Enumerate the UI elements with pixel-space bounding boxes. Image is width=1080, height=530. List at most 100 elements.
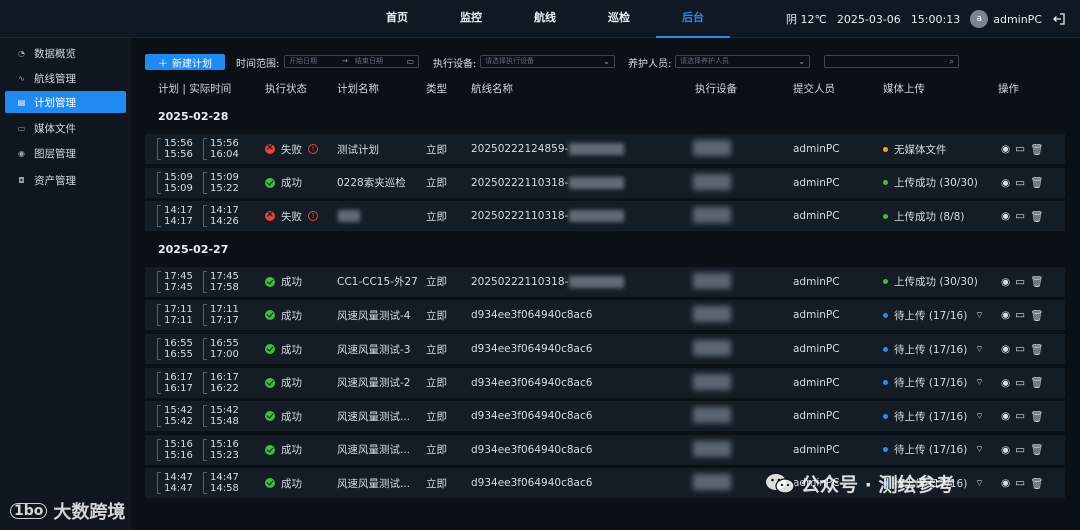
- locate-icon[interactable]: ◉: [1001, 210, 1010, 222]
- username: adminPC: [993, 12, 1042, 26]
- delete-icon[interactable]: 🗑: [1030, 343, 1043, 356]
- redacted-device: [693, 373, 731, 390]
- col-route-name: 航线名称: [471, 83, 513, 95]
- delete-icon[interactable]: 🗑: [1030, 143, 1043, 156]
- submitter-cell: adminPC: [793, 267, 840, 297]
- submitter: adminPC: [793, 410, 840, 423]
- status-text: 成功: [281, 343, 302, 356]
- locate-icon[interactable]: ◉: [1001, 444, 1010, 456]
- person-select[interactable]: 请选择养护人员 ⌄: [675, 55, 810, 68]
- plan-name-cell: 测试计划: [337, 134, 379, 164]
- media-status: 待上传 (17/16): [894, 444, 968, 457]
- sidebar-item-layer-management[interactable]: ◉ 图层管理: [5, 142, 126, 164]
- redacted-device: [693, 407, 731, 424]
- actual-end-time: 17:00: [210, 349, 239, 360]
- route-name: d934ee3f064940c8ac6: [471, 343, 593, 355]
- locate-icon[interactable]: ◉: [1001, 377, 1010, 389]
- submitter: adminPC: [793, 143, 840, 155]
- actions-cell: ◉ ▭ 🗑: [1001, 267, 1043, 297]
- nav-inspection[interactable]: 巡检: [582, 0, 656, 38]
- actual-time: 16:55 17:00: [203, 338, 243, 360]
- media-icon[interactable]: ▭: [1015, 477, 1025, 489]
- nav-routes[interactable]: 航线: [508, 0, 582, 38]
- search-input[interactable]: ⌕: [824, 55, 959, 68]
- media-icon[interactable]: ▭: [1015, 343, 1025, 355]
- actual-time: 15:16 15:23: [203, 438, 243, 461]
- media-icon[interactable]: ▭: [1015, 177, 1025, 189]
- main-panel: ＋ 新建计划 时间范围: 开始日期 → 结束日期 ▭ 执行设备: 请选择执行设备 …: [131, 38, 1080, 530]
- table-row[interactable]: 14:17 14:17 14:17 14:26 失败 ! 立即: [145, 201, 1065, 232]
- plan-start-time: 15:16: [164, 438, 193, 450]
- locate-icon[interactable]: ◉: [1001, 410, 1010, 422]
- media-icon[interactable]: ▭: [1015, 377, 1025, 389]
- device-placeholder: 请选择执行设备: [485, 57, 534, 65]
- media-icon[interactable]: ▭: [1015, 410, 1025, 422]
- actual-end-time: 14:26: [210, 216, 239, 228]
- table-row[interactable]: 16:17 16:17 16:17 16:22 成功 风速风量测试-2 立即 d…: [145, 367, 1065, 398]
- media-icon[interactable]: ▭: [1015, 309, 1025, 321]
- actual-start-time: 15:16: [210, 438, 239, 450]
- status-cell: 成功: [265, 435, 302, 465]
- table-row[interactable]: 15:09 15:09 15:09 15:22 成功 0228索夹巡检 立即 2…: [145, 167, 1065, 198]
- table-row[interactable]: 17:45 17:45 17:45 17:58 成功 CC1-CC15-外27 …: [145, 266, 1065, 297]
- actual-start-time: 17:11: [210, 304, 239, 316]
- locate-icon[interactable]: ◉: [1001, 177, 1010, 189]
- info-icon[interactable]: !: [308, 211, 318, 222]
- plan-name: 风速风量测试...: [337, 477, 411, 490]
- delete-icon[interactable]: 🗑: [1030, 376, 1043, 389]
- table-row[interactable]: 15:16 15:16 15:16 15:23 成功 风速风量测试... 立即: [145, 434, 1065, 465]
- user-menu[interactable]: a adminPC: [970, 10, 1042, 28]
- new-plan-button[interactable]: ＋ 新建计划: [145, 54, 225, 70]
- status-dot: [883, 413, 888, 419]
- locate-icon[interactable]: ◉: [1001, 276, 1010, 288]
- sidebar-item-plan-management[interactable]: ▤ 计划管理: [5, 91, 126, 113]
- nav-backend[interactable]: 后台: [656, 0, 730, 38]
- delete-icon[interactable]: 🗑: [1030, 176, 1043, 189]
- locate-icon[interactable]: ◉: [1001, 309, 1010, 321]
- delete-icon[interactable]: 🗑: [1030, 275, 1043, 288]
- sidebar-item-media-files[interactable]: ▭ 媒体文件: [5, 117, 126, 139]
- media-status: 上传成功 (8/8): [894, 210, 965, 223]
- delete-icon[interactable]: 🗑: [1030, 210, 1043, 223]
- type-cell: 立即: [426, 134, 447, 164]
- actions-cell: ◉ ▭ 🗑: [1001, 401, 1043, 431]
- end-date-placeholder: 结束日期: [355, 57, 383, 65]
- weather-text: 阴 12℃: [786, 11, 827, 27]
- delete-icon[interactable]: 🗑: [1030, 443, 1043, 456]
- sidebar-item-asset-management[interactable]: ◘ 资产管理: [5, 169, 126, 191]
- table-row[interactable]: 16:55 16:55 16:55 17:00 成功 风速风量测试-3 立即 d…: [145, 334, 1065, 364]
- date-range-picker[interactable]: 开始日期 → 结束日期 ▭: [284, 55, 419, 68]
- plan-time: 15:16 15:16: [157, 438, 197, 461]
- table-row[interactable]: 17:11 17:11 17:11 17:17 成功 风速风量测试-4 立即 d…: [145, 300, 1065, 331]
- locate-icon[interactable]: ◉: [1001, 143, 1010, 155]
- plan-name-cell: CC1-CC15-外27: [337, 267, 418, 297]
- plan-type: 立即: [426, 177, 447, 190]
- delete-icon[interactable]: 🗑: [1030, 477, 1043, 490]
- plan-start-time: 14:47: [164, 472, 193, 484]
- media-cell: 待上传 (17/16) ⌔: [883, 300, 984, 330]
- delete-icon[interactable]: 🗑: [1030, 410, 1043, 423]
- success-icon: [265, 377, 275, 388]
- route-name-cell: 20250222110318-: [471, 201, 625, 231]
- media-icon[interactable]: ▭: [1015, 210, 1025, 222]
- sidebar-item-data-overview[interactable]: ◔ 数据概览: [5, 42, 126, 64]
- sidebar-item-route-management[interactable]: ∿ 航线管理: [5, 67, 126, 89]
- actual-end-time: 15:48: [210, 416, 239, 428]
- info-icon[interactable]: !: [308, 144, 318, 154]
- media-icon[interactable]: ▭: [1015, 276, 1025, 288]
- locate-icon[interactable]: ◉: [1001, 477, 1010, 489]
- table-row[interactable]: 15:56 15:56 15:56 16:04 失败 ! 测试计划 立即: [145, 134, 1065, 164]
- success-icon: [265, 444, 275, 455]
- media-icon[interactable]: ▭: [1015, 143, 1025, 155]
- logout-icon[interactable]: [1052, 12, 1066, 26]
- table-row[interactable]: 15:42 15:42 15:42 15:48 成功 风速风量测试... 立即: [145, 401, 1065, 432]
- nav-monitor[interactable]: 监控: [434, 0, 508, 38]
- device-select[interactable]: 请选择执行设备 ⌄: [480, 55, 615, 68]
- delete-icon[interactable]: 🗑: [1030, 309, 1043, 322]
- nav-home[interactable]: 首页: [360, 0, 434, 38]
- success-icon: [265, 310, 275, 321]
- upload-signal-icon: ⌔: [975, 478, 984, 489]
- locate-icon[interactable]: ◉: [1001, 343, 1010, 355]
- actual-time: 15:42 15:48: [203, 405, 243, 428]
- media-icon[interactable]: ▭: [1015, 444, 1025, 456]
